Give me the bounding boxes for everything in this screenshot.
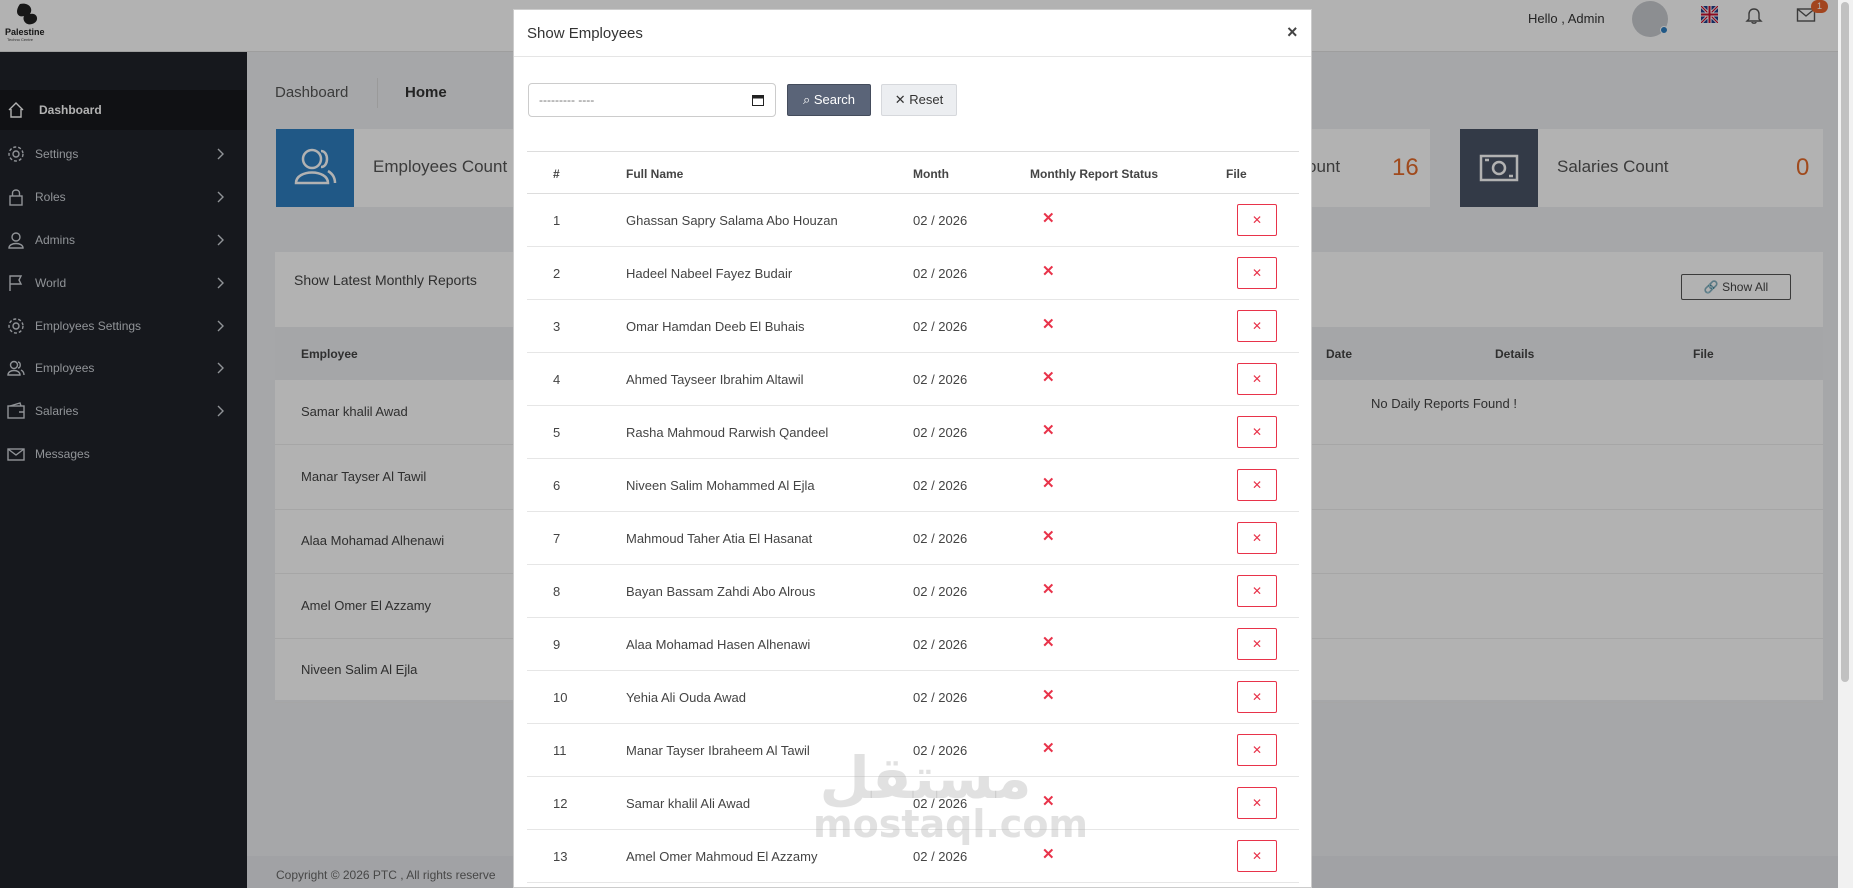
row-month: 02 / 2026 [913,531,968,546]
row-number: 11 [553,743,567,758]
row-month: 02 / 2026 [913,319,968,334]
file-button[interactable]: ✕ [1237,628,1277,660]
employees-table-header: # Full Name Month Monthly Report Status … [527,151,1299,194]
status-missing-icon: ✕ [1042,422,1055,439]
table-row: 6 Niveen Salim Mohammed Al Ejla 02 / 202… [527,459,1299,512]
table-row: 5 Rasha Mahmoud Rarwish Qandeel 02 / 202… [527,406,1299,459]
search-button[interactable]: ⌕ Search [787,84,871,116]
table-row: 9 Alaa Mohamad Hasen Alhenawi 02 / 2026 … [527,618,1299,671]
row-month: 02 / 2026 [913,266,968,281]
status-missing-icon: ✕ [1042,528,1055,545]
column-month: Month [913,167,949,181]
status-missing-icon: ✕ [1042,581,1055,598]
row-number: 6 [553,478,561,493]
row-month: 02 / 2026 [913,584,968,599]
file-button[interactable]: ✕ [1237,257,1277,289]
page-scrollbar-thumb[interactable] [1841,2,1849,682]
row-number: 3 [553,319,561,334]
close-button[interactable]: × [1287,22,1298,43]
employee-full-name: Amel Omer Mahmoud El Azzamy [626,849,818,864]
table-row: 7 Mahmoud Taher Atia El Hasanat 02 / 202… [527,512,1299,565]
watermark: مستقل mostaql.com [813,744,1089,846]
row-month: 02 / 2026 [913,849,968,864]
file-button[interactable]: ✕ [1237,681,1277,713]
employee-full-name: Yehia Ali Ouda Awad [626,690,746,705]
status-missing-icon: ✕ [1042,263,1055,280]
file-button[interactable]: ✕ [1237,522,1277,554]
row-number: 8 [553,584,561,599]
row-number: 10 [553,690,568,705]
reset-button-label: Reset [909,92,944,107]
status-missing-icon: ✕ [1042,740,1055,757]
row-month: 02 / 2026 [913,213,968,228]
row-number: 5 [553,425,561,440]
column-file: File [1226,167,1247,181]
modal-title: Show Employees [527,25,643,42]
close-icon: ✕ [894,92,906,107]
file-button[interactable]: ✕ [1237,787,1277,819]
watermark-latin: mostaql.com [813,802,1089,846]
file-button[interactable]: ✕ [1237,416,1277,448]
employee-full-name: Hadeel Nabeel Fayez Budair [626,266,793,281]
calendar-icon[interactable] [752,94,764,106]
row-number: 2 [553,266,561,281]
employee-full-name: Bayan Bassam Zahdi Abo Alrous [626,584,816,599]
employee-full-name: Omar Hamdan Deeb El Buhais [626,319,805,334]
employee-full-name: Ghassan Sapry Salama Abo Houzan [626,213,838,228]
employee-full-name: Rasha Mahmoud Rarwish Qandeel [626,425,829,440]
table-row: 10 Yehia Ali Ouda Awad 02 / 2026 ✕ ✕ [527,671,1299,724]
row-number: 7 [553,531,561,546]
table-row: 2 Hadeel Nabeel Fayez Budair 02 / 2026 ✕… [527,247,1299,300]
table-row: 4 Ahmed Tayseer Ibrahim Altawil 02 / 202… [527,353,1299,406]
employee-full-name: Mahmoud Taher Atia El Hasanat [626,531,813,546]
file-button[interactable]: ✕ [1237,840,1277,872]
status-missing-icon: ✕ [1042,846,1055,863]
employee-full-name: Manar Tayser Ibraheem Al Tawil [626,743,810,758]
status-missing-icon: ✕ [1042,475,1055,492]
employee-full-name: Samar khalil Ali Awad [626,796,751,811]
row-number: 1 [553,213,561,228]
row-month: 02 / 2026 [913,425,968,440]
file-button[interactable]: ✕ [1237,204,1277,236]
table-row: 3 Omar Hamdan Deeb El Buhais 02 / 2026 ✕… [527,300,1299,353]
row-number: 12 [553,796,568,811]
row-month: 02 / 2026 [913,478,968,493]
reset-button[interactable]: ✕ Reset [881,84,957,116]
month-input[interactable] [528,83,776,117]
search-icon: ⌕ [802,92,811,107]
table-row: 8 Bayan Bassam Zahdi Abo Alrous 02 / 202… [527,565,1299,618]
status-missing-icon: ✕ [1042,687,1055,704]
table-row: 1 Ghassan Sapry Salama Abo Houzan 02 / 2… [527,194,1299,247]
search-button-label: Search [813,92,856,107]
column-report-status: Monthly Report Status [1030,167,1158,181]
file-button[interactable]: ✕ [1237,363,1277,395]
column-full-name: Full Name [626,167,684,181]
row-month: 02 / 2026 [913,637,968,652]
employee-full-name: Ahmed Tayseer Ibrahim Altawil [626,372,804,387]
employee-full-name: Alaa Mohamad Hasen Alhenawi [626,637,811,652]
row-number: 9 [553,637,561,652]
file-button[interactable]: ✕ [1237,310,1277,342]
modal-header: Show Employees × [514,10,1311,57]
file-button[interactable]: ✕ [1237,575,1277,607]
status-missing-icon: ✕ [1042,369,1055,386]
status-missing-icon: ✕ [1042,634,1055,651]
file-button[interactable]: ✕ [1237,734,1277,766]
status-missing-icon: ✕ [1042,210,1055,227]
employee-full-name: Niveen Salim Mohammed Al Ejla [626,478,815,493]
row-month: 02 / 2026 [913,690,968,705]
row-number: 13 [553,849,568,864]
row-month: 02 / 2026 [913,372,968,387]
watermark-arabic: مستقل [819,744,1032,812]
column-number: # [553,167,560,181]
file-button[interactable]: ✕ [1237,469,1277,501]
status-missing-icon: ✕ [1042,316,1055,333]
row-number: 4 [553,372,561,387]
